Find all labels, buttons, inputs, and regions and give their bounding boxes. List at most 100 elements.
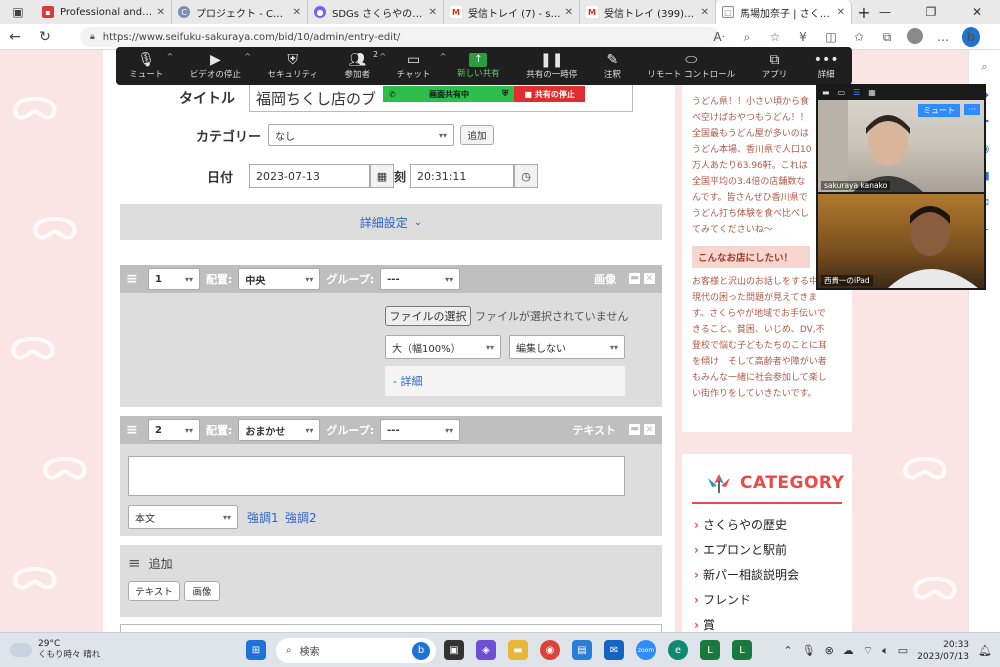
- extension-icon[interactable]: ¥: [794, 30, 812, 44]
- browser-tab-4[interactable]: M 受信トレイ (7) - sakuraya ✕: [444, 0, 580, 24]
- chevron-up-icon[interactable]: ⌃: [783, 644, 792, 657]
- new-share-button[interactable]: ↑ 新しい共有: [457, 53, 500, 79]
- gallery-strip-icon[interactable]: ▭: [838, 88, 846, 97]
- close-block-icon[interactable]: ✕: [644, 424, 655, 435]
- close-icon[interactable]: ✕: [157, 7, 165, 18]
- profile-avatar[interactable]: [906, 27, 924, 47]
- caret-up-icon[interactable]: ^: [244, 52, 251, 61]
- category-item[interactable]: › エプロンと駅前: [682, 537, 852, 562]
- mute-participant-button[interactable]: ミュート: [918, 104, 960, 117]
- stop-share-button[interactable]: ■ 共有の停止: [514, 86, 585, 102]
- category-item[interactable]: › 新パー相談説明会: [682, 562, 852, 587]
- notification-icon[interactable]: 🔔︎: [978, 644, 992, 657]
- minimize-block-icon[interactable]: ▬: [629, 424, 640, 435]
- annotate-button[interactable]: ✎ 注釈: [604, 52, 621, 80]
- browser-tab-2[interactable]: C プロジェクト - Canva ✕: [172, 0, 308, 24]
- weather-widget[interactable]: 29°C くもり時々 晴れ: [10, 639, 100, 661]
- browser-tab-6[interactable]: □ 馬場加奈子 | さくらや ✕: [716, 0, 852, 24]
- browser-tab-5[interactable]: M 受信トレイ (399) - saku ✕: [580, 0, 716, 24]
- drag-handle-icon[interactable]: ≡: [126, 422, 142, 438]
- more-icon[interactable]: …: [934, 30, 952, 44]
- chat-app-icon[interactable]: ◈: [476, 640, 496, 660]
- align-select[interactable]: 中央 ▾▾: [238, 268, 321, 290]
- participant-more-icon[interactable]: ···: [964, 104, 980, 115]
- speaker-icon[interactable]: 🔈︎: [882, 644, 889, 658]
- participant-video-2[interactable]: 西貴一のiPad: [818, 194, 984, 288]
- edge-icon[interactable]: e: [668, 640, 688, 660]
- add-text-button[interactable]: テキスト: [128, 581, 180, 601]
- emphasis-2-link[interactable]: 強調2: [285, 509, 317, 526]
- pause-share-button[interactable]: ❚❚ 共有の一時停: [526, 52, 577, 80]
- participant-video-1[interactable]: ミュート ··· sakuraya kanako: [818, 100, 984, 192]
- bing-copilot-icon[interactable]: b: [962, 27, 980, 47]
- back-arrow-icon[interactable]: ←: [0, 29, 30, 45]
- date-input[interactable]: 2023-07-13: [249, 164, 370, 188]
- system-clock[interactable]: 20:33 2023/07/13: [917, 639, 969, 663]
- store-icon[interactable]: ▤: [572, 640, 592, 660]
- browser-tab-1[interactable]: ▪ Professional and Elega ✕: [36, 0, 172, 24]
- close-icon[interactable]: ✕: [701, 7, 709, 18]
- participants-button[interactable]: 👥︎ 2 参加者 ^: [345, 50, 387, 80]
- file-explorer-icon[interactable]: ▬: [508, 640, 528, 660]
- add-image-button[interactable]: 画像: [184, 581, 220, 601]
- more-button[interactable]: ••• 詳細: [814, 52, 839, 80]
- block-order-select[interactable]: 2 ▾▾: [148, 419, 200, 441]
- close-icon[interactable]: ✕: [837, 7, 845, 18]
- maximize-icon[interactable]: ❐: [908, 0, 954, 24]
- close-block-icon[interactable]: ✕: [644, 273, 655, 284]
- close-icon[interactable]: ✕: [429, 7, 437, 18]
- zoom-app-icon[interactable]: zoom: [636, 640, 656, 660]
- taskbar-search[interactable]: ⌕ 検索 b: [276, 638, 436, 663]
- category-item[interactable]: › フレンド: [682, 587, 852, 612]
- minimize-icon[interactable]: ▬: [822, 88, 830, 97]
- zoom-icon[interactable]: ⌕: [738, 30, 756, 45]
- caret-up-icon[interactable]: ^: [379, 52, 386, 61]
- minimize-icon[interactable]: —: [862, 0, 908, 24]
- browser-tab-3[interactable]: ● SDGs さくらやの取り組み ✕: [308, 0, 444, 24]
- group-select[interactable]: --- ▾▾: [380, 419, 461, 441]
- refresh-icon[interactable]: ↻: [30, 29, 60, 45]
- favorites-icon[interactable]: ✩: [850, 30, 868, 44]
- tab-actions-icon[interactable]: ▣: [0, 0, 36, 24]
- category-item[interactable]: › 賞: [682, 612, 852, 633]
- category-select[interactable]: なし ▾▾: [268, 124, 454, 146]
- read-aloud-icon[interactable]: Aᐧ: [710, 30, 728, 44]
- task-view-icon[interactable]: ▣: [444, 640, 464, 660]
- advanced-settings-toggle[interactable]: 詳細設定 ⌄: [120, 204, 662, 240]
- windows-start-icon[interactable]: ⊞: [246, 640, 266, 660]
- calendar-icon[interactable]: ▦: [370, 164, 394, 188]
- chrome-icon[interactable]: ◉: [540, 640, 560, 660]
- chat-button[interactable]: ▭ チャット ^: [397, 52, 447, 80]
- category-item[interactable]: › さくらやの歴史: [682, 512, 852, 537]
- close-icon[interactable]: ✕: [293, 7, 301, 18]
- drag-handle-icon[interactable]: ≡: [126, 271, 142, 287]
- group-select[interactable]: --- ▾▾: [380, 268, 461, 290]
- block-order-select[interactable]: 1 ▾▾: [148, 268, 200, 290]
- clock-icon[interactable]: ◷: [514, 164, 539, 188]
- split-screen-icon[interactable]: ◫: [822, 30, 840, 44]
- favorite-star-icon[interactable]: ☆: [766, 30, 784, 44]
- caret-up-icon[interactable]: ^: [440, 52, 447, 61]
- caret-up-icon[interactable]: ^: [167, 52, 174, 61]
- minimize-block-icon[interactable]: ▬: [629, 273, 640, 284]
- line-app-icon[interactable]: L: [700, 640, 720, 660]
- emphasis-1-link[interactable]: 強調1: [247, 509, 279, 526]
- mute-button[interactable]: 🎙︎ ミュート ^: [129, 52, 173, 80]
- line-app-icon-2[interactable]: L: [732, 640, 752, 660]
- collections-icon[interactable]: ⧉: [878, 30, 896, 45]
- image-edit-select[interactable]: 編集しない ▾▾: [509, 335, 625, 359]
- onedrive-icon[interactable]: ☁: [843, 644, 854, 657]
- image-size-select[interactable]: 大（幅100%） ▾▾: [385, 335, 501, 359]
- text-style-select[interactable]: 本文 ▾▾: [128, 505, 238, 529]
- choose-file-button[interactable]: ファイルの選択: [385, 306, 471, 326]
- gallery-view-icon[interactable]: ▦: [868, 88, 876, 97]
- close-icon[interactable]: ✕: [565, 7, 573, 18]
- stop-video-button[interactable]: ▶︎ ビデオの停止 ^: [190, 52, 251, 80]
- time-input[interactable]: 20:31:11: [410, 164, 515, 188]
- mail-icon[interactable]: ✉: [604, 640, 624, 660]
- search-icon[interactable]: ⌕: [981, 60, 987, 74]
- align-select[interactable]: おまかせ ▾▾: [238, 419, 321, 441]
- tray-app-icon[interactable]: ⊗: [825, 644, 834, 657]
- category-add-button[interactable]: 追加: [460, 125, 494, 145]
- text-body-textarea[interactable]: [128, 456, 625, 496]
